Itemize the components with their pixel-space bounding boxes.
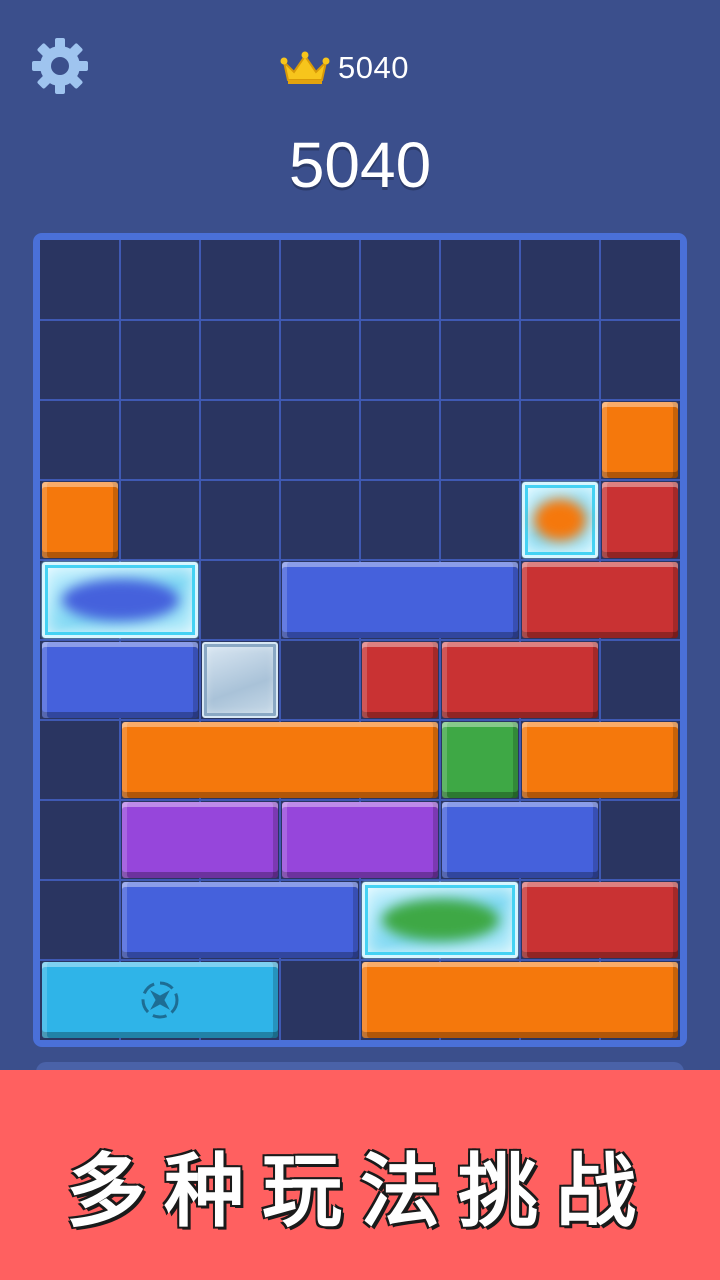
block-green[interactable] [442, 722, 518, 798]
ice-block-blue[interactable] [42, 562, 198, 638]
grid-line [40, 639, 680, 641]
current-score: 5040 [288, 129, 432, 201]
block-orange[interactable] [602, 402, 678, 478]
top-bar: 5040 5040 [0, 0, 720, 201]
ice-block-orange[interactable] [522, 482, 598, 558]
block-blue[interactable] [442, 802, 598, 878]
block-red[interactable] [522, 882, 678, 958]
block-red[interactable] [362, 642, 438, 718]
block-blue[interactable] [42, 642, 198, 718]
frozen-core [534, 499, 586, 541]
block-blue[interactable] [282, 562, 518, 638]
block-orange[interactable] [522, 722, 678, 798]
grid-line [40, 399, 680, 401]
banner-title: 多种玩法挑战 [66, 1145, 654, 1238]
block-red[interactable] [442, 642, 598, 718]
best-score-value: 5040 [338, 50, 409, 85]
special-block-cyan[interactable] [42, 962, 278, 1038]
block-purple[interactable] [122, 802, 278, 878]
block-orange[interactable] [42, 482, 118, 558]
grid-line [40, 319, 680, 321]
block-red[interactable] [602, 482, 678, 558]
grid-line [40, 799, 680, 801]
block-blue[interactable] [122, 882, 358, 958]
ice-block-green[interactable] [362, 882, 518, 958]
frozen-core [381, 899, 499, 941]
best-score: 5040 [280, 46, 409, 90]
cross-icon [141, 981, 179, 1019]
block-orange[interactable] [362, 962, 678, 1038]
crown-icon [280, 51, 330, 84]
block-orange[interactable] [122, 722, 438, 798]
gear-icon[interactable] [30, 36, 90, 96]
block-purple[interactable] [282, 802, 438, 878]
block-red[interactable] [522, 562, 678, 638]
grid-line [40, 559, 680, 561]
frozen-core [61, 579, 179, 621]
grid-line [40, 959, 680, 961]
grid-line [40, 479, 680, 481]
game-board [40, 240, 680, 1040]
grid-line [40, 719, 680, 721]
grid-line [40, 879, 680, 881]
stone-block[interactable] [202, 642, 278, 718]
